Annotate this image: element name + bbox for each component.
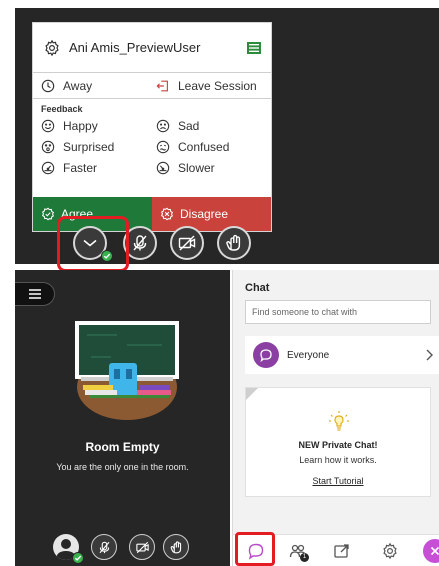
- away-option[interactable]: Away: [33, 79, 152, 93]
- chat-panel: Chat Find someone to chat with Everyone …: [232, 270, 439, 566]
- feedback-happy[interactable]: Happy: [33, 119, 152, 133]
- chevron-right-icon: [426, 349, 433, 361]
- room-empty-title: Room Empty: [85, 440, 160, 454]
- status-menu-panel: Ani Amis_PreviewUser Away Leave Session …: [15, 8, 439, 272]
- microphone-button[interactable]: [91, 534, 117, 560]
- leave-session-option[interactable]: Leave Session: [152, 79, 271, 93]
- mic-off-icon: [133, 235, 147, 251]
- list-icon[interactable]: [247, 41, 261, 54]
- camera-off-icon: [178, 235, 196, 251]
- everyone-chat-item[interactable]: Everyone: [245, 336, 439, 374]
- exit-icon: [156, 80, 168, 91]
- leave-session-label: Leave Session: [178, 78, 257, 93]
- share-content-icon[interactable]: [333, 542, 351, 560]
- feedback-slower[interactable]: Slower: [152, 161, 271, 175]
- raise-hand-icon: [170, 540, 181, 553]
- everyone-avatar: [253, 342, 279, 368]
- disagree-button[interactable]: Disagree: [152, 197, 271, 231]
- feedback-faster[interactable]: Faster: [33, 161, 152, 175]
- mic-off-icon: [99, 541, 109, 553]
- session-panel: Room Empty You are the only one in the r…: [15, 270, 230, 566]
- surprised-face-icon: [41, 140, 55, 153]
- close-panel-button[interactable]: [423, 539, 439, 563]
- chat-search-input[interactable]: Find someone to chat with: [245, 300, 431, 324]
- disagree-label: Disagree: [180, 207, 229, 221]
- hamburger-icon: [28, 289, 41, 299]
- private-chat-tutorial-card: NEW Private Chat! Learn how it works. St…: [245, 387, 431, 497]
- gear-icon[interactable]: [43, 39, 61, 57]
- attendees-count-badge: 1: [300, 553, 309, 562]
- camera-button[interactable]: [170, 226, 204, 260]
- agree-icon: [41, 207, 55, 221]
- feedback-row: Happy Sad: [33, 115, 271, 136]
- away-leave-row: Away Leave Session: [33, 73, 271, 99]
- feedback-label: Sad: [178, 118, 200, 133]
- feedback-row: Faster Slower: [33, 157, 271, 178]
- feedback-label: Confused: [178, 139, 230, 154]
- feedback-confused[interactable]: Confused: [152, 140, 271, 154]
- feedback-label: Faster: [63, 160, 98, 175]
- empty-room-illustration: [75, 321, 179, 420]
- away-label: Away: [63, 78, 93, 93]
- disagree-icon: [160, 207, 174, 221]
- confused-face-icon: [156, 140, 170, 153]
- status-button-highlight: [57, 216, 129, 272]
- everyone-label: Everyone: [287, 349, 330, 361]
- chat-title: Chat: [245, 282, 270, 294]
- close-icon: [430, 546, 439, 556]
- feedback-label: Surprised: [63, 139, 115, 154]
- feedback-surprised[interactable]: Surprised: [33, 140, 152, 154]
- session-menu-button[interactable]: [15, 282, 55, 306]
- faster-gauge-icon: [41, 161, 55, 174]
- chat-bubble-icon: [260, 349, 272, 362]
- room-empty-subtitle: You are the only one in the room.: [56, 462, 189, 472]
- feedback-heading: Feedback: [41, 104, 83, 114]
- available-badge: [72, 552, 84, 564]
- screenshot-root: Ani Amis_PreviewUser Away Leave Session …: [0, 0, 439, 566]
- tutorial-subtitle: Learn how it works.: [299, 455, 377, 465]
- clock-icon: [41, 79, 55, 92]
- start-tutorial-link[interactable]: Start Tutorial: [246, 476, 430, 486]
- feedback-row: Surprised Confused: [33, 136, 271, 157]
- card-fold: [246, 388, 258, 400]
- chat-tab-highlight: [235, 532, 275, 566]
- status-menu: Ani Amis_PreviewUser Away Leave Session …: [32, 22, 272, 232]
- lightbulb-icon: [329, 411, 349, 431]
- feedback-label: Slower: [178, 160, 215, 175]
- camera-button[interactable]: [129, 534, 155, 560]
- username: Ani Amis_PreviewUser: [69, 40, 201, 55]
- happy-face-icon: [41, 119, 55, 132]
- feedback-label: Happy: [63, 118, 98, 133]
- raise-hand-icon: [226, 234, 241, 251]
- gear-icon[interactable]: [381, 542, 399, 560]
- raise-hand-button[interactable]: [163, 534, 189, 560]
- camera-off-icon: [135, 541, 149, 553]
- check-icon: [74, 555, 82, 561]
- raise-hand-button[interactable]: [217, 226, 251, 260]
- feedback-sad[interactable]: Sad: [152, 119, 271, 133]
- sad-face-icon: [156, 119, 170, 132]
- slower-gauge-icon: [156, 161, 170, 174]
- tutorial-title: NEW Private Chat!: [298, 440, 378, 450]
- menu-header: Ani Amis_PreviewUser: [33, 23, 271, 73]
